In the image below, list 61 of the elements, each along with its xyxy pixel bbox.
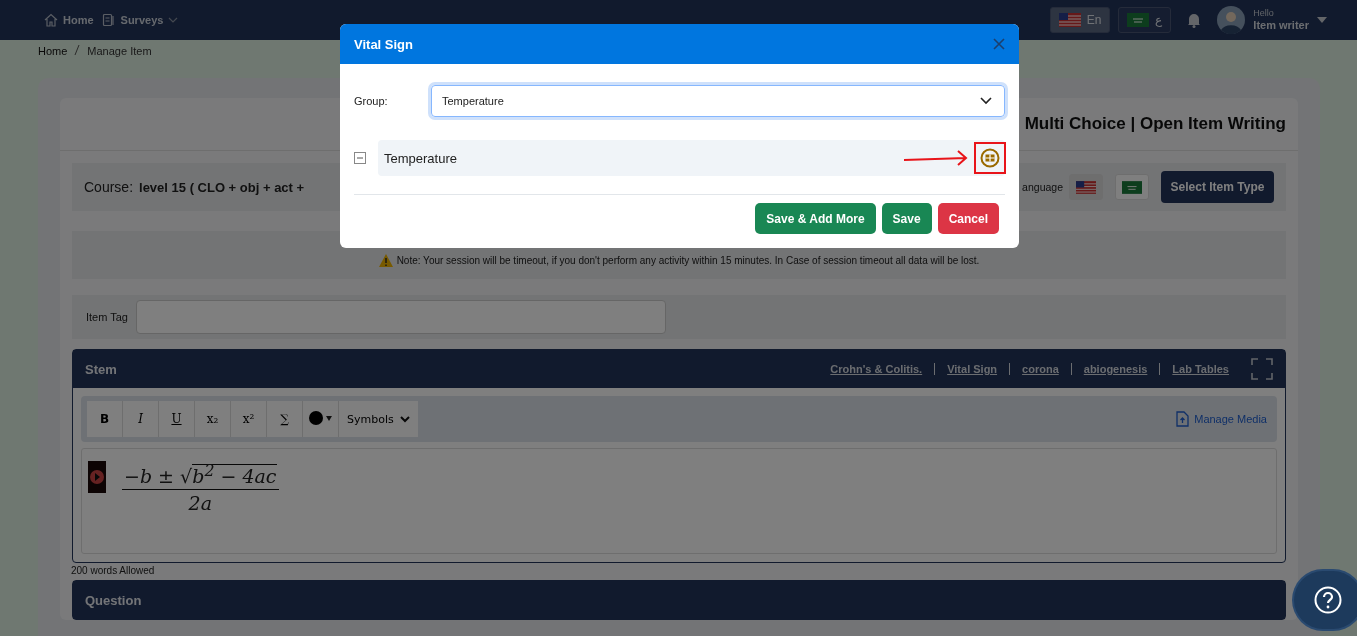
color-swatch-icon [308, 410, 333, 425]
language-flag-button[interactable] [1069, 174, 1103, 200]
word-limit-text: 200 words Allowed [71, 565, 156, 576]
item-tag-label: Item Tag [86, 311, 128, 323]
language-button[interactable]: En [1049, 7, 1111, 33]
caret-icon[interactable] [1317, 17, 1327, 23]
resource-link[interactable]: abiogenesis [1083, 363, 1148, 375]
us-flag-icon [1076, 180, 1096, 194]
group-select[interactable]: Temperature [431, 85, 1005, 117]
warning-icon [378, 253, 393, 267]
collapse-toggle-icon[interactable] [354, 152, 366, 164]
nav-link[interactable]: Surveys [101, 13, 179, 27]
nav-link[interactable]: Home [44, 13, 94, 27]
language-button[interactable]: ع [1118, 7, 1172, 33]
panel-title: Stem [85, 361, 117, 377]
table-icon[interactable] [980, 148, 1000, 168]
home-icon [44, 13, 58, 27]
chevron-icon [980, 97, 992, 105]
breadcrumb-link[interactable]: Home [38, 45, 68, 57]
help-button[interactable] [1294, 571, 1357, 629]
bell-icon[interactable] [1187, 12, 1202, 28]
math-formula: −b ± √b$^{2}$ − 4ac 2a [122, 461, 279, 515]
avatar-icon[interactable] [1217, 6, 1246, 34]
media-play-icon [88, 461, 106, 493]
fullscreen-icon[interactable] [1251, 358, 1273, 380]
us-flag-icon [1058, 13, 1081, 27]
editor-area[interactable]: −b ± √b$^{2}$ − 4ac 2a [81, 448, 1277, 554]
dialog-button[interactable]: Cancel [937, 203, 999, 234]
dialog-button[interactable]: Save & Add More [755, 203, 876, 234]
breadcrumb-link[interactable]: Manage Item [87, 45, 152, 57]
select-item-type-button[interactable]: Select Item Type [1161, 171, 1274, 203]
item-tag-field[interactable] [136, 300, 666, 334]
file-upload-icon [1176, 411, 1190, 427]
manage-media-link[interactable]: Manage Media [1176, 411, 1267, 427]
saudi-flag-icon [1127, 13, 1150, 27]
course-name: level 15 ( CLO + obj + act + [139, 179, 305, 195]
close-icon[interactable] [993, 38, 1005, 50]
course-label: Course: [84, 179, 134, 195]
language-flag-button[interactable] [1115, 174, 1149, 200]
group-label: Group: [354, 95, 389, 107]
saudi-flag-icon [1122, 180, 1142, 194]
format-button[interactable]: B [87, 401, 123, 437]
session-note: Note: Your session will be timeout, if you don't perform any activity within 15 minutes. In Case of session timeout all data will be lost. [396, 254, 980, 266]
dialog-button[interactable]: Save [881, 203, 932, 234]
greeting-text: Hello [1253, 9, 1275, 19]
resource-link[interactable]: corona [1022, 363, 1059, 375]
question-mark-icon [1314, 586, 1342, 614]
resource-link[interactable]: Crohn's & Colitis. [830, 363, 923, 375]
resource-link[interactable]: Vital Sign [947, 363, 998, 375]
chevron-icon [168, 16, 179, 24]
dialog-title: Vital Sign [354, 36, 413, 52]
annotation-arrow [904, 150, 970, 166]
user-name: Item writer [1253, 18, 1309, 31]
clipboard-icon [101, 13, 116, 27]
slash-icon [74, 45, 81, 55]
chevron-icon [399, 415, 410, 423]
panel-title: Question [85, 592, 142, 608]
page-title: Multi Choice | Open Item Writing [1024, 114, 1286, 134]
tree-item[interactable]: Temperature [378, 140, 1005, 176]
resource-link[interactable]: Lab Tables [1172, 363, 1229, 375]
language-label: anguage [1022, 181, 1063, 193]
